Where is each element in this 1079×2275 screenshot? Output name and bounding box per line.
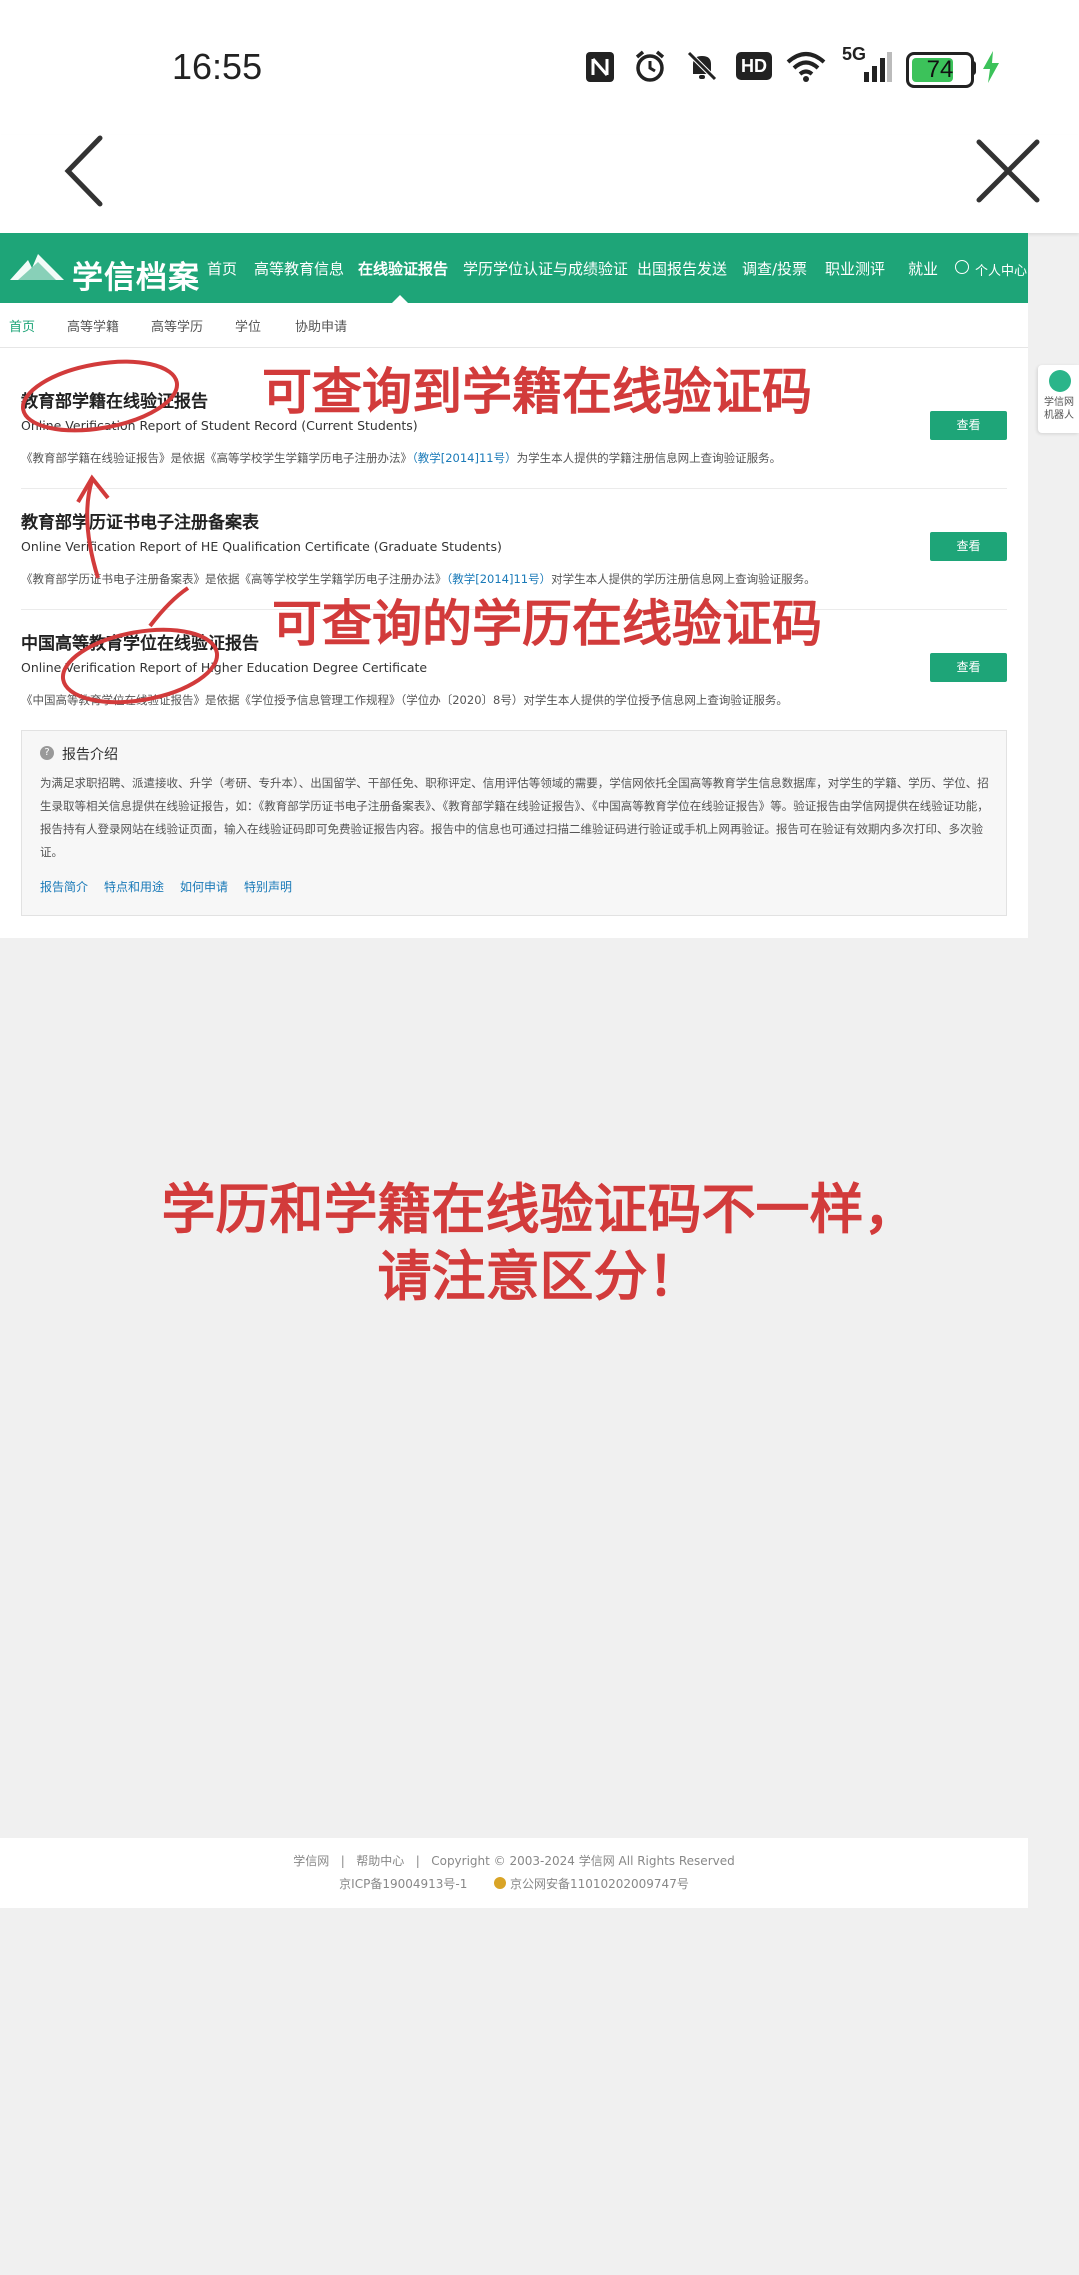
view-button-student-record[interactable]: 查看 (930, 411, 1007, 440)
hd-icon: HD (736, 52, 772, 80)
nfc-icon (586, 52, 614, 82)
intro-title: 报告介绍 (62, 747, 118, 763)
nav-survey-vote[interactable]: 调查/投票 (742, 258, 807, 279)
intro-link-statement[interactable]: 特别声明 (244, 878, 292, 895)
user-icon[interactable] (955, 260, 969, 274)
wifi-icon (786, 52, 826, 82)
annotation-note-line2: 请注意区分！ (377, 1245, 702, 1308)
battery-level: 74 (926, 56, 954, 83)
alarm-icon (635, 50, 665, 82)
5g-signal-icon (864, 52, 892, 82)
robot-label[interactable]: 学信网机器人 (1040, 396, 1078, 422)
nav-career-test[interactable]: 职业测评 (825, 258, 885, 279)
intro-link-overview[interactable]: 报告简介 (40, 878, 88, 895)
intro-link-features[interactable]: 特点和用途 (104, 878, 164, 895)
nav-user-center[interactable]: 个人中心 (975, 260, 1027, 279)
question-icon: ? (40, 746, 54, 760)
footer-sep: | (333, 1854, 353, 1868)
view-button-qualification[interactable]: 查看 (930, 532, 1007, 561)
status-time: 16:55 (172, 46, 263, 87)
nav-online-verification[interactable]: 在线验证报告 (358, 258, 448, 279)
nav-degree-certification[interactable]: 学历学位认证与成绩验证 (463, 258, 628, 279)
site-footer (0, 1838, 1028, 1908)
robot-icon[interactable] (1049, 370, 1071, 392)
footer-copyright: Copyright © 2003-2024 学信网 All Rights Res… (431, 1854, 735, 1868)
nav-higher-edu-info[interactable]: 高等教育信息 (254, 258, 344, 279)
browser-nav-bar (0, 135, 1079, 233)
footer-police[interactable]: 京公网安备11010202009747号 (510, 1877, 689, 1891)
footer-icp[interactable]: 京ICP备19004913号-1 (339, 1877, 467, 1891)
charging-icon (983, 51, 999, 83)
close-icon[interactable] (975, 138, 1041, 204)
footer-sep: | (408, 1854, 428, 1868)
chevron-left-icon[interactable] (60, 134, 110, 208)
footer-line1: 学信网 | 帮助中心 | Copyright © 2003-2024 学信网 A… (0, 1852, 1028, 1869)
battery-icon: 74 (906, 52, 974, 88)
nav-employment[interactable]: 就业 (908, 258, 938, 279)
footer-link-chsi[interactable]: 学信网 (293, 1854, 329, 1868)
police-badge-icon (494, 1877, 507, 1889)
intro-body: 为满足求职招聘、派遣接收、升学（考研、专升本）、出国留学、干部任免、职称评定、信… (40, 776, 989, 859)
site-logo[interactable]: 学信档案 (72, 252, 200, 297)
battery-tip (971, 61, 976, 75)
nav-active-indicator (392, 295, 408, 303)
footer-link-help[interactable]: 帮助中心 (356, 1854, 404, 1868)
intro-link-how-to-apply[interactable]: 如何申请 (180, 878, 228, 895)
footer-line2: 京ICP备19004913号-1 京公网安备11010202009747号 (0, 1875, 1028, 1892)
view-button-degree[interactable]: 查看 (930, 653, 1007, 682)
nav-abroad-report[interactable]: 出国报告发送 (637, 258, 727, 279)
nav-home[interactable]: 首页 (207, 258, 237, 279)
mute-icon (687, 51, 717, 81)
logo-icon[interactable] (8, 250, 66, 286)
annotation-marks (20, 359, 220, 705)
